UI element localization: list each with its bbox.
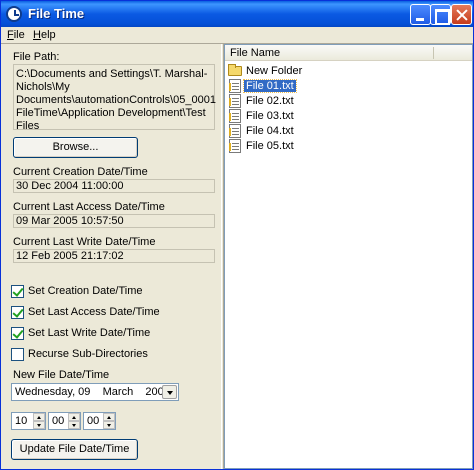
recurse-checkbox[interactable] bbox=[11, 348, 24, 361]
hour-value: 10 bbox=[15, 415, 28, 427]
column-header-file-name[interactable]: File Name bbox=[225, 45, 472, 61]
set-write-label: Set Last Write Date/Time bbox=[28, 327, 151, 339]
set-access-checkbox[interactable] bbox=[11, 306, 24, 319]
creation-label: Current Creation Date/Time bbox=[13, 166, 148, 178]
folder-icon bbox=[228, 64, 242, 76]
window-title: File Time bbox=[28, 6, 85, 21]
new-date-label: New File Date/Time bbox=[13, 369, 110, 381]
update-file-date-button[interactable]: Update File Date/Time bbox=[11, 439, 138, 460]
list-item-label: File 01.txt bbox=[243, 79, 297, 93]
clock-icon bbox=[6, 6, 22, 22]
text-file-icon bbox=[229, 139, 241, 153]
minute-up-arrow-icon[interactable] bbox=[68, 413, 80, 421]
menu-file[interactable]: File bbox=[7, 29, 25, 41]
minute-stepper-arrows bbox=[68, 413, 80, 429]
date-dropdown-arrow-icon[interactable] bbox=[162, 385, 177, 399]
file-time-window: File Time File Help File Path: C:\Docume… bbox=[0, 0, 474, 470]
list-item-label: File 05.txt bbox=[246, 140, 294, 152]
second-stepper[interactable]: 00 bbox=[83, 412, 116, 430]
creation-value: 30 Dec 2004 11:00:00 bbox=[13, 179, 215, 193]
text-file-icon bbox=[229, 94, 241, 108]
minute-value: 00 bbox=[52, 415, 65, 427]
second-value: 00 bbox=[87, 415, 100, 427]
text-file-icon bbox=[229, 124, 241, 138]
access-value: 09 Mar 2005 10:57:50 bbox=[13, 214, 215, 228]
set-creation-label: Set Creation Date/Time bbox=[28, 285, 143, 297]
menu-help[interactable]: Help bbox=[33, 29, 56, 41]
file-path-value: C:\Documents and Settings\T. Marshal- Ni… bbox=[13, 64, 216, 132]
second-down-arrow-icon[interactable] bbox=[103, 421, 115, 429]
set-creation-checkbox[interactable] bbox=[11, 285, 24, 298]
recurse-label: Recurse Sub-Directories bbox=[28, 348, 148, 360]
hour-stepper-arrows bbox=[33, 413, 45, 429]
browse-button[interactable]: Browse... bbox=[13, 137, 138, 158]
list-item-label: File 02.txt bbox=[246, 95, 294, 107]
write-label: Current Last Write Date/Time bbox=[13, 236, 156, 248]
file-list[interactable]: File Name New Folder File 01.txt File 02… bbox=[224, 44, 473, 469]
second-up-arrow-icon[interactable] bbox=[103, 413, 115, 421]
list-item-label: File 03.txt bbox=[246, 110, 294, 122]
second-stepper-arrows bbox=[103, 413, 115, 429]
minute-stepper[interactable]: 00 bbox=[48, 412, 81, 430]
set-write-checkbox[interactable] bbox=[11, 327, 24, 340]
new-date-picker[interactable]: Wednesday, 09 March 2005 bbox=[11, 383, 179, 401]
text-file-icon bbox=[229, 79, 241, 93]
hour-up-arrow-icon[interactable] bbox=[33, 413, 45, 421]
list-item-label: File 04.txt bbox=[246, 125, 294, 137]
list-item-label: New Folder bbox=[246, 65, 303, 77]
title-bar[interactable]: File Time bbox=[1, 1, 473, 27]
column-header-label: File Name bbox=[230, 47, 281, 59]
hour-down-arrow-icon[interactable] bbox=[33, 421, 45, 429]
minute-down-arrow-icon[interactable] bbox=[68, 421, 80, 429]
access-label: Current Last Access Date/Time bbox=[13, 201, 165, 213]
set-access-label: Set Last Access Date/Time bbox=[28, 306, 160, 318]
column-divider[interactable] bbox=[433, 47, 434, 59]
new-date-value: Wednesday, 09 March 2005 bbox=[15, 386, 170, 398]
maximize-button[interactable] bbox=[430, 4, 451, 25]
file-path-label: File Path: bbox=[13, 51, 60, 63]
text-file-icon bbox=[229, 109, 241, 123]
write-value: 12 Feb 2005 21:17:02 bbox=[13, 249, 215, 263]
menu-bar: File Help bbox=[1, 27, 473, 43]
hour-stepper[interactable]: 10 bbox=[11, 412, 46, 430]
minimize-button[interactable] bbox=[410, 4, 431, 25]
close-button[interactable] bbox=[451, 4, 472, 25]
